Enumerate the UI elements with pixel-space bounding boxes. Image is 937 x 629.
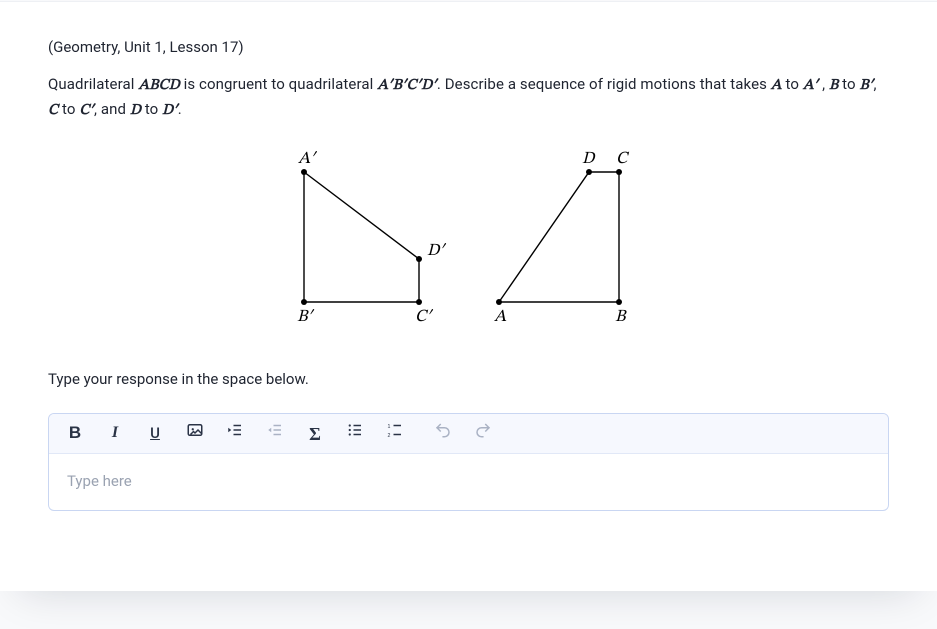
math-d: D (130, 103, 141, 118)
indent-increase-icon (226, 421, 244, 446)
math-b-prime: B′ (860, 78, 874, 93)
image-button[interactable] (175, 416, 215, 452)
prompt-text: , (873, 75, 876, 93)
svg-text:2: 2 (388, 433, 391, 439)
bullet-list-icon (346, 421, 364, 446)
italic-button[interactable]: I (95, 416, 135, 452)
indent-increase-button[interactable] (215, 416, 255, 452)
prompt-text: . (178, 100, 182, 118)
math-a: A (771, 78, 782, 93)
numbered-list-button[interactable]: 12 (375, 416, 415, 452)
label-b: B (615, 309, 627, 326)
indent-decrease-icon (266, 421, 284, 446)
geometry-diagram: A′ B′ C′ D′ A B C D (269, 142, 669, 342)
indent-decrease-button[interactable] (255, 416, 295, 452)
label-a-prime: A′ (298, 151, 317, 168)
math-c: C (48, 103, 58, 118)
editor-toolbar: B I U Σ (49, 414, 888, 454)
prompt-text: , (818, 75, 829, 93)
question-card: (Geometry, Unit 1, Lesson 17) Quadrilate… (0, 1, 937, 591)
math-c-prime: C′ (79, 103, 94, 118)
label-a: A (494, 309, 507, 326)
prompt-text: . Describe a sequence of rigid motions t… (437, 75, 771, 93)
equation-button[interactable]: Σ (295, 416, 335, 452)
bullet-list-button[interactable] (335, 416, 375, 452)
prompt-text: to (782, 75, 803, 93)
math-quad-abcd: ABCD (138, 78, 179, 93)
response-input[interactable] (49, 454, 888, 510)
rich-text-editor: B I U Σ (48, 413, 889, 511)
response-instruction: Type your response in the space below. (48, 368, 889, 391)
label-c-prime: C′ (415, 309, 433, 326)
question-prompt: Quadrilateral ABCD is congruent to quadr… (48, 73, 889, 122)
label-b-prime: B′ (297, 309, 315, 326)
math-b: B (829, 78, 838, 93)
prompt-text: , and (94, 100, 130, 118)
prompt-text: to (58, 100, 79, 118)
prompt-text: to (141, 100, 162, 118)
undo-icon (434, 421, 452, 446)
image-icon (186, 421, 204, 446)
undo-button[interactable] (423, 416, 463, 452)
diagram-container: A′ B′ C′ D′ A B C D (48, 142, 889, 342)
math-quad-abcd-prime: A′B′C′D′ (377, 78, 437, 93)
label-c: C (616, 151, 630, 168)
prompt-text: is congruent to quadrilateral (180, 75, 377, 93)
bold-button[interactable]: B (55, 416, 95, 452)
prompt-text: to (838, 75, 859, 93)
lesson-meta: (Geometry, Unit 1, Lesson 17) (48, 36, 889, 59)
underline-button[interactable]: U (135, 416, 175, 452)
math-a-prime: A′ (803, 78, 818, 93)
label-d: D (582, 151, 596, 168)
svg-text:1: 1 (388, 424, 391, 430)
label-d-prime: D′ (427, 243, 446, 260)
math-d-prime: D′ (162, 103, 178, 118)
numbered-list-icon: 12 (386, 421, 404, 446)
prompt-text: Quadrilateral (48, 75, 138, 93)
redo-button[interactable] (463, 416, 503, 452)
redo-icon (474, 421, 492, 446)
